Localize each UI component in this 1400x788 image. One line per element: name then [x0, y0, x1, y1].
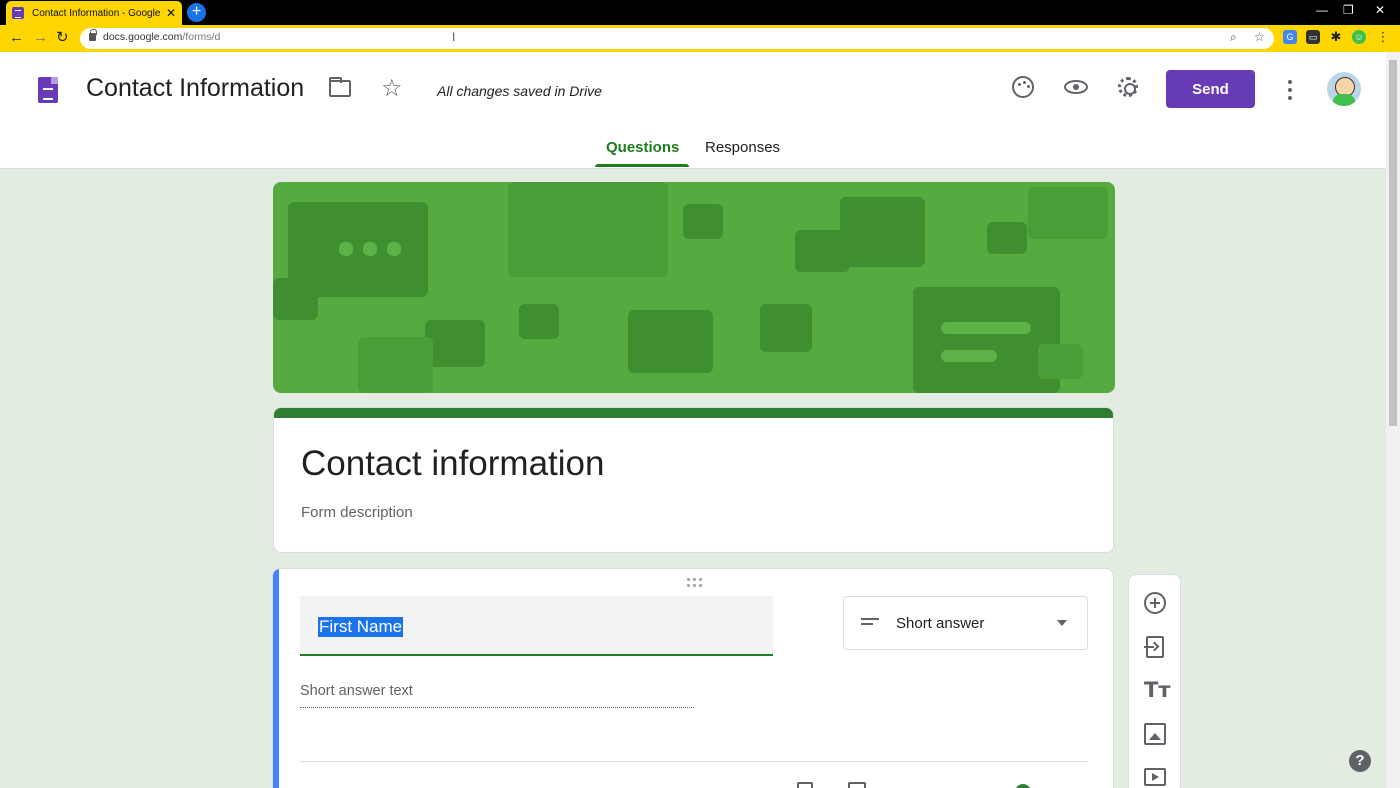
question-type-select[interactable]: Short answer — [843, 596, 1088, 650]
forms-header: Contact Information ☆ All changes saved … — [0, 52, 1386, 169]
avatar[interactable] — [1327, 72, 1361, 106]
browser-tab[interactable]: Contact Information - Google Fo ✕ — [6, 1, 182, 25]
side-toolbar: Tт — [1128, 574, 1181, 788]
answer-underline — [300, 707, 694, 708]
question-type-label: Short answer — [896, 615, 985, 632]
document-title[interactable]: Contact Information — [86, 74, 304, 103]
required-toggle[interactable] — [1015, 784, 1031, 788]
add-question-icon[interactable] — [1144, 592, 1166, 614]
help-icon[interactable]: ? — [1349, 750, 1371, 772]
delete-icon[interactable] — [848, 782, 866, 788]
question-card[interactable]: First Name Short answer Short answer tex… — [272, 568, 1114, 788]
forms-logo-icon[interactable] — [38, 77, 58, 103]
gear-icon — [1118, 77, 1138, 97]
preview-button[interactable] — [1063, 74, 1089, 100]
cast-extension-icon[interactable]: ▭ — [1306, 30, 1320, 44]
question-title-input[interactable]: First Name — [300, 596, 773, 656]
star-icon[interactable]: ☆ — [381, 74, 403, 103]
address-bar[interactable]: docs.google.com/forms/d I ⌕ ☆ — [80, 28, 1274, 49]
form-title[interactable]: Contact information — [301, 444, 604, 484]
eye-icon — [1064, 80, 1088, 94]
add-image-icon[interactable] — [1144, 723, 1166, 745]
short-text-icon — [861, 618, 879, 628]
window-close-button[interactable]: ✕ — [1375, 3, 1385, 17]
active-question-indicator — [273, 569, 279, 788]
theme-color-bar — [274, 408, 1113, 418]
tab-responses[interactable]: Responses — [705, 139, 780, 156]
add-video-icon[interactable] — [1144, 768, 1166, 786]
window-minimize-button[interactable]: — — [1316, 3, 1328, 17]
browser-menu-icon[interactable]: ⋮ — [1376, 30, 1390, 44]
zoom-icon[interactable]: ⌕ — [1230, 30, 1237, 45]
import-questions-icon[interactable] — [1144, 636, 1164, 658]
tab-close-icon[interactable]: ✕ — [166, 6, 176, 20]
url-text: docs.google.com/forms/d — [103, 31, 221, 43]
lock-icon — [89, 29, 97, 41]
forms-favicon-icon — [12, 7, 24, 19]
form-tabs: Questions Responses — [0, 137, 1386, 169]
chevron-down-icon — [1057, 620, 1067, 626]
back-button[interactable]: ← — [9, 29, 24, 47]
active-tab-indicator — [595, 164, 689, 167]
drag-handle-icon[interactable] — [687, 578, 705, 588]
customize-theme-button[interactable] — [1010, 74, 1036, 100]
profile-icon[interactable]: ☺ — [1352, 30, 1366, 44]
send-button[interactable]: Send — [1166, 70, 1255, 108]
settings-button[interactable] — [1115, 74, 1141, 100]
translate-extension-icon[interactable]: G — [1283, 30, 1297, 44]
form-description-field[interactable]: Form description — [301, 504, 413, 521]
browser-toolbar: ← → ↻ docs.google.com/forms/d I ⌕ ☆ G ▭ … — [0, 25, 1400, 52]
question-title-text: First Name — [318, 617, 404, 637]
form-title-card[interactable]: Contact information Form description — [273, 407, 1114, 553]
duplicate-icon[interactable] — [797, 782, 813, 788]
forward-button[interactable]: → — [33, 29, 48, 47]
short-answer-placeholder: Short answer text — [300, 683, 413, 699]
scrollbar-thumb[interactable] — [1389, 60, 1397, 426]
add-title-icon[interactable]: Tт — [1144, 679, 1171, 701]
browser-tabstrip: Contact Information - Google Fo ✕ + — ❐ … — [0, 0, 1400, 25]
palette-icon — [1012, 76, 1034, 98]
card-divider — [300, 761, 1088, 762]
page-scrollbar[interactable] — [1386, 52, 1400, 788]
move-to-folder-icon[interactable] — [329, 77, 351, 97]
text-cursor-icon: I — [452, 30, 456, 44]
window-restore-button[interactable]: ❐ — [1343, 3, 1354, 17]
browser-tab-title: Contact Information - Google Fo — [32, 7, 162, 19]
more-options-icon[interactable] — [1288, 80, 1293, 100]
reload-button[interactable]: ↻ — [56, 29, 69, 47]
save-status: All changes saved in Drive — [437, 83, 602, 99]
new-tab-button[interactable]: + — [187, 3, 206, 22]
form-header-banner — [273, 182, 1115, 393]
tab-questions[interactable]: Questions — [606, 139, 679, 156]
bookmark-star-icon[interactable]: ☆ — [1254, 30, 1265, 44]
extensions-puzzle-icon[interactable]: ✱ — [1329, 30, 1343, 44]
